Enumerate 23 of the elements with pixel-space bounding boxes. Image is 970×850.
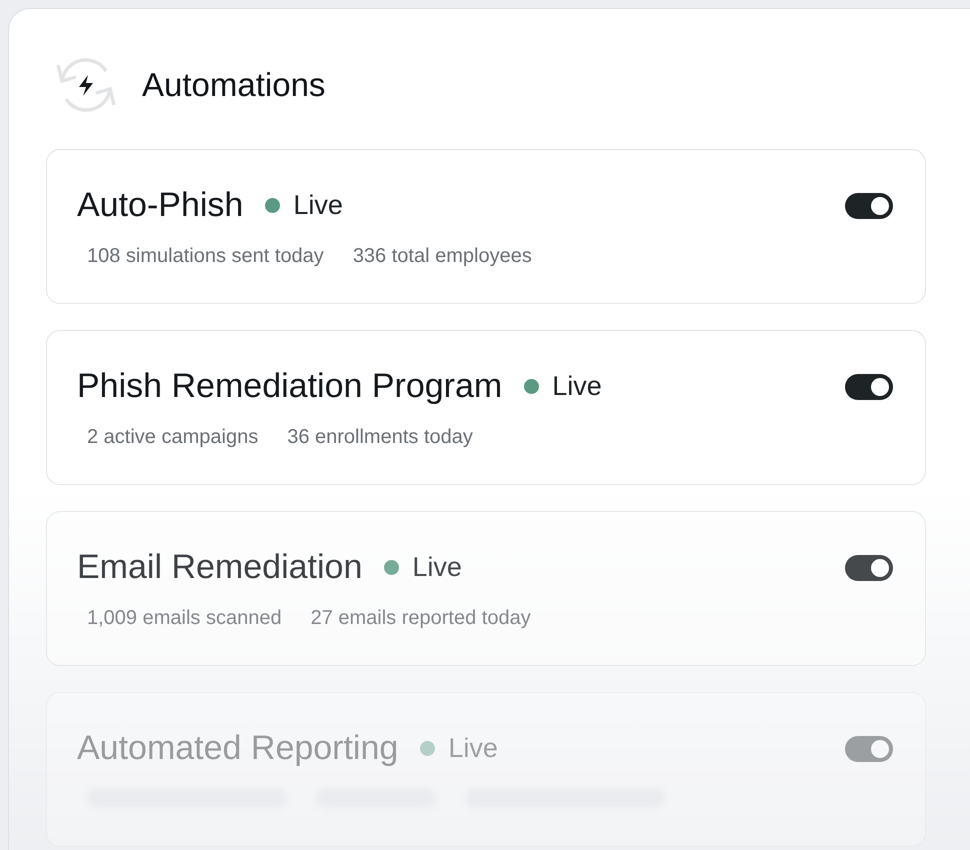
toggle-switch[interactable] xyxy=(845,554,893,580)
stat-text: 336 total employees xyxy=(352,245,532,268)
toggle-switch[interactable] xyxy=(845,374,893,400)
page-title: Automations xyxy=(142,66,326,104)
automation-name: Automated Reporting xyxy=(77,729,398,768)
automation-name: Phish Remediation Program xyxy=(77,367,502,406)
toggle-switch[interactable] xyxy=(845,736,893,762)
toggle-switch[interactable] xyxy=(845,192,893,218)
stat-text: 108 simulations sent today xyxy=(87,245,324,268)
stat-text: 2 active campaigns xyxy=(87,426,258,449)
status-label: Live xyxy=(448,733,498,764)
status-dot xyxy=(384,560,400,575)
stat-text: 36 enrollments today xyxy=(287,426,473,449)
status-dot xyxy=(265,198,280,213)
automation-name: Auto-Phish xyxy=(77,186,244,225)
status-dot xyxy=(524,379,540,394)
status-dot xyxy=(420,741,436,756)
automation-name: Email Remediation xyxy=(77,548,362,587)
status-label: Live xyxy=(412,552,462,583)
stat-text: 1,009 emails scanned xyxy=(87,607,282,630)
status-label: Live xyxy=(552,371,602,402)
status-label: Live xyxy=(293,190,343,221)
stat-text: 27 emails reported today xyxy=(310,607,531,630)
